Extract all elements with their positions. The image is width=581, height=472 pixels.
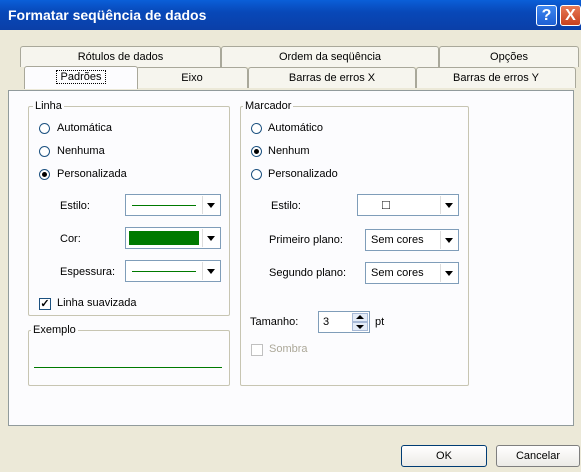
segundo-plano-value: Sem cores <box>371 267 424 279</box>
line-weight-sample <box>132 271 196 272</box>
linha-estilo-select[interactable] <box>125 194 221 216</box>
spin-up-button[interactable] <box>352 313 368 322</box>
tamanho-input[interactable]: 3 <box>318 311 370 333</box>
linha-cor-select[interactable] <box>125 227 221 249</box>
chevron-down-icon[interactable] <box>202 229 219 247</box>
chevron-down-icon[interactable] <box>202 262 219 280</box>
marcador-estilo-label: Estilo: <box>271 200 301 212</box>
tab-barras-de-erros-y[interactable]: Barras de erros Y <box>416 67 576 88</box>
linha-suavizada-label[interactable]: Linha suavizada <box>57 297 137 309</box>
marcador-nenhum-radio[interactable] <box>251 146 262 157</box>
sombra-label: Sombra <box>269 343 308 355</box>
spin-down-button[interactable] <box>352 322 368 331</box>
tab-eixo[interactable]: Eixo <box>136 67 248 88</box>
example-line-preview <box>34 367 222 368</box>
close-icon[interactable]: X <box>560 5 581 26</box>
square-marker-icon: □ <box>382 197 390 212</box>
marcador-automatico-label[interactable]: Automático <box>268 122 323 134</box>
primeiro-plano-select[interactable]: Sem cores <box>365 229 459 251</box>
linha-nenhuma-radio[interactable] <box>39 146 50 157</box>
chevron-down-icon[interactable] <box>440 231 457 249</box>
tamanho-value: 3 <box>323 316 330 328</box>
cancel-button[interactable]: Cancelar <box>496 445 580 467</box>
color-swatch <box>129 231 199 245</box>
linha-cor-label: Cor: <box>60 233 81 245</box>
ok-button[interactable]: OK <box>401 445 487 467</box>
marcador-estilo-select[interactable]: □ <box>357 194 459 216</box>
chevron-down-icon[interactable] <box>202 196 219 214</box>
tab-opcoes[interactable]: Opções <box>439 46 579 67</box>
chevron-down-icon <box>356 325 364 329</box>
linha-personalizada-radio[interactable] <box>39 169 50 180</box>
tab-barras-de-erros-x[interactable]: Barras de erros X <box>248 67 416 88</box>
linha-suavizada-checkbox[interactable]: ✓ <box>39 298 51 310</box>
title-bar[interactable]: Formatar seqüência de dados ? X <box>0 0 581 30</box>
line-style-sample <box>132 205 196 206</box>
linha-espessura-label: Espessura: <box>60 266 116 278</box>
exemplo-group-label: Exemplo <box>31 324 78 336</box>
segundo-plano-select[interactable]: Sem cores <box>365 262 459 284</box>
marcador-nenhum-label[interactable]: Nenhum <box>268 145 310 157</box>
chevron-up-icon <box>356 315 364 319</box>
tab-ordem-da-sequencia[interactable]: Ordem da seqüência <box>221 46 439 67</box>
marcador-personalizado-radio[interactable] <box>251 169 262 180</box>
help-icon[interactable]: ? <box>536 5 557 26</box>
primeiro-plano-label: Primeiro plano: <box>269 234 343 246</box>
window-title: Formatar seqüência de dados <box>8 7 207 23</box>
linha-espessura-select[interactable] <box>125 260 221 282</box>
linha-group-label: Linha <box>33 100 64 112</box>
linha-automatica-radio[interactable] <box>39 123 50 134</box>
tab-rotulos-de-dados[interactable]: Rótulos de dados <box>20 46 221 67</box>
linha-nenhuma-label[interactable]: Nenhuma <box>57 145 105 157</box>
primeiro-plano-value: Sem cores <box>371 234 424 246</box>
linha-personalizada-label[interactable]: Personalizada <box>57 168 127 180</box>
tamanho-label: Tamanho: <box>250 316 299 328</box>
marcador-group-label: Marcador <box>243 100 294 112</box>
chevron-down-icon[interactable] <box>440 196 457 214</box>
exemplo-group <box>28 330 230 386</box>
chevron-down-icon[interactable] <box>440 264 457 282</box>
segundo-plano-label: Segundo plano: <box>269 267 347 279</box>
marcador-automatico-radio[interactable] <box>251 123 262 134</box>
tamanho-unit: pt <box>375 316 385 328</box>
marcador-personalizado-label[interactable]: Personalizado <box>268 168 338 180</box>
tab-padroes[interactable]: Padrões <box>24 66 138 89</box>
linha-automatica-label[interactable]: Automática <box>57 122 112 134</box>
sombra-checkbox[interactable] <box>251 344 263 356</box>
linha-estilo-label: Estilo: <box>60 200 90 212</box>
